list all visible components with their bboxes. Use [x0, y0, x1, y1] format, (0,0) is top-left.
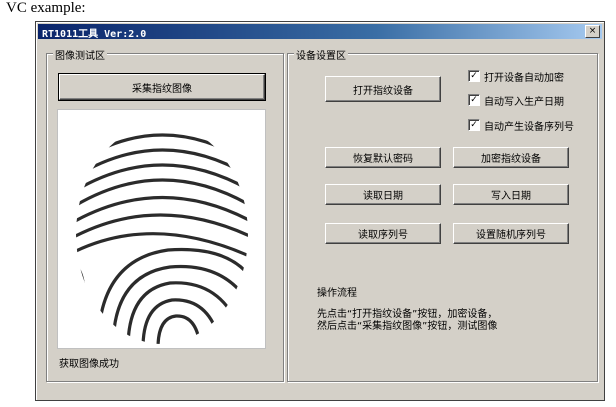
device-settings-legend: 设备设置区	[294, 47, 348, 62]
close-icon: ×	[588, 26, 597, 36]
set-random-serial-button[interactable]: 设置随机序列号	[453, 223, 569, 244]
auto-serial-label: 自动产生设备序列号	[484, 121, 574, 133]
auto-serial-checkbox[interactable]: ✓ 自动产生设备序列号	[468, 118, 574, 133]
caption-text: VC example:	[6, 0, 86, 16]
image-test-group: 图像测试区 采集指纹图像 获取图像成功	[46, 47, 284, 382]
set-random-serial-label: 设置随机序列号	[476, 230, 546, 241]
image-test-legend: 图像测试区	[53, 47, 107, 62]
capture-fingerprint-button[interactable]: 采集指纹图像	[58, 73, 266, 101]
restore-password-button[interactable]: 恢复默认密码	[325, 147, 441, 168]
read-date-button[interactable]: 读取日期	[325, 184, 441, 205]
read-serial-button[interactable]: 读取序列号	[325, 223, 441, 244]
encrypt-device-button[interactable]: 加密指纹设备	[453, 147, 569, 168]
fingerprint-image-panel	[57, 109, 266, 349]
write-date-label: 写入日期	[491, 191, 531, 202]
fingerprint-image	[76, 124, 248, 344]
title-bar[interactable]: RT1011工具 Ver:2.0 ×	[38, 24, 602, 40]
app-window: RT1011工具 Ver:2.0 × 图像测试区 采集指纹图像 获取图像成功 设…	[35, 21, 605, 401]
encrypt-device-label: 加密指纹设备	[481, 154, 541, 165]
open-device-button[interactable]: 打开指纹设备	[325, 76, 441, 102]
write-date-button[interactable]: 写入日期	[453, 184, 569, 205]
open-device-label: 打开指纹设备	[353, 85, 413, 97]
procedure-line-2: 然后点击“采集指纹图像”按钮，测试图像	[317, 321, 498, 332]
check-icon: ✓	[468, 94, 480, 106]
device-settings-group: 设备设置区 打开指纹设备 ✓ 打开设备自动加密 ✓ 自动写入生产日期 ✓ 自动产…	[287, 47, 598, 382]
check-icon: ✓	[468, 70, 480, 82]
check-icon: ✓	[468, 119, 480, 131]
procedure-title: 操作流程	[317, 288, 357, 299]
capture-status-text: 获取图像成功	[59, 359, 119, 370]
auto-encrypt-checkbox[interactable]: ✓ 打开设备自动加密	[468, 69, 564, 84]
read-date-label: 读取日期	[363, 191, 403, 202]
read-serial-label: 读取序列号	[358, 230, 408, 241]
close-button[interactable]: ×	[585, 25, 600, 38]
restore-password-label: 恢复默认密码	[353, 154, 413, 165]
window-title: RT1011工具 Ver:2.0	[42, 29, 147, 40]
auto-write-date-label: 自动写入生产日期	[484, 96, 564, 108]
auto-encrypt-label: 打开设备自动加密	[484, 72, 564, 84]
auto-write-date-checkbox[interactable]: ✓ 自动写入生产日期	[468, 93, 564, 108]
capture-fingerprint-label: 采集指纹图像	[132, 83, 192, 95]
